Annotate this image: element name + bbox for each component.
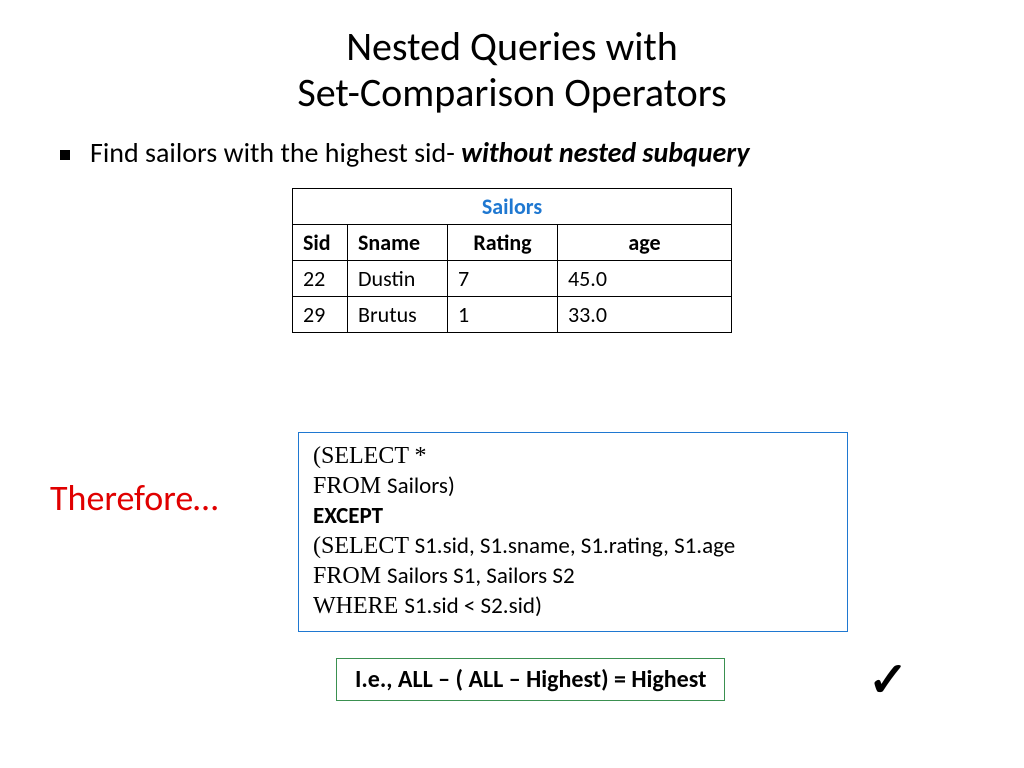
cell-sname: Dustin bbox=[348, 260, 448, 296]
check-icon: ✓ bbox=[868, 650, 908, 709]
cell-rating: 1 bbox=[448, 296, 558, 332]
cell-age: 45.0 bbox=[558, 260, 732, 296]
table-row: 29 Brutus 1 33.0 bbox=[293, 296, 732, 332]
table-title-row: Sailors bbox=[293, 188, 732, 224]
col-header-age: age bbox=[558, 224, 732, 260]
sql-query-box: (SELECT * FROM Sailors) EXCEPT (SELECT S… bbox=[298, 432, 848, 632]
cell-sname: Brutus bbox=[348, 296, 448, 332]
col-header-rating: Rating bbox=[448, 224, 558, 260]
bullet-emphasis: without nested subquery bbox=[461, 135, 749, 170]
summary-box: I.e., ALL – ( ALL – Highest) = Highest bbox=[336, 658, 725, 701]
col-header-sname: Sname bbox=[348, 224, 448, 260]
bullet-icon bbox=[60, 150, 70, 160]
cell-sid: 22 bbox=[293, 260, 348, 296]
title-line-2: Set-Comparison Operators bbox=[297, 68, 726, 117]
cell-rating: 7 bbox=[448, 260, 558, 296]
sql-arg: S1.sid < S2.sid) bbox=[404, 592, 542, 620]
sql-line: (SELECT S1.sid, S1.sname, S1.rating, S1.… bbox=[313, 531, 833, 561]
bullet-item: Find sailors with the highest sid- witho… bbox=[60, 136, 1024, 170]
sql-line: (SELECT * bbox=[313, 441, 833, 471]
sql-line: FROM Sailors) bbox=[313, 471, 833, 501]
sql-line: FROM Sailors S1, Sailors S2 bbox=[313, 561, 833, 591]
sql-keyword: FROM bbox=[313, 473, 387, 499]
title-line-1: Nested Queries with bbox=[346, 22, 678, 71]
sql-except: EXCEPT bbox=[313, 502, 383, 530]
slide-title: Nested Queries with Set-Comparison Opera… bbox=[0, 0, 1024, 116]
sql-keyword: (SELECT * bbox=[313, 443, 427, 469]
sql-line: WHERE S1.sid < S2.sid) bbox=[313, 591, 833, 621]
bullet-text: Find sailors with the highest sid- witho… bbox=[90, 136, 750, 170]
table-header-row: Sid Sname Rating age bbox=[293, 224, 732, 260]
sql-arg: S1.sid, S1.sname, S1.rating, S1.age bbox=[415, 532, 736, 560]
sql-keyword: FROM bbox=[313, 563, 387, 589]
cell-age: 33.0 bbox=[558, 296, 732, 332]
therefore-label: Therefore… bbox=[50, 476, 218, 520]
sailors-table-wrap: Sailors Sid Sname Rating age 22 Dustin 7… bbox=[292, 188, 732, 333]
sql-line: EXCEPT bbox=[313, 501, 833, 531]
sql-keyword: (SELECT bbox=[313, 533, 415, 559]
bullet-prefix: Find sailors with the highest sid- bbox=[90, 135, 461, 170]
cell-sid: 29 bbox=[293, 296, 348, 332]
sql-arg: Sailors) bbox=[387, 472, 455, 500]
sql-keyword: WHERE bbox=[313, 593, 404, 619]
sailors-table: Sailors Sid Sname Rating age 22 Dustin 7… bbox=[292, 188, 732, 333]
table-title: Sailors bbox=[293, 188, 732, 224]
table-row: 22 Dustin 7 45.0 bbox=[293, 260, 732, 296]
sql-arg: Sailors S1, Sailors S2 bbox=[387, 562, 575, 590]
col-header-sid: Sid bbox=[293, 224, 348, 260]
